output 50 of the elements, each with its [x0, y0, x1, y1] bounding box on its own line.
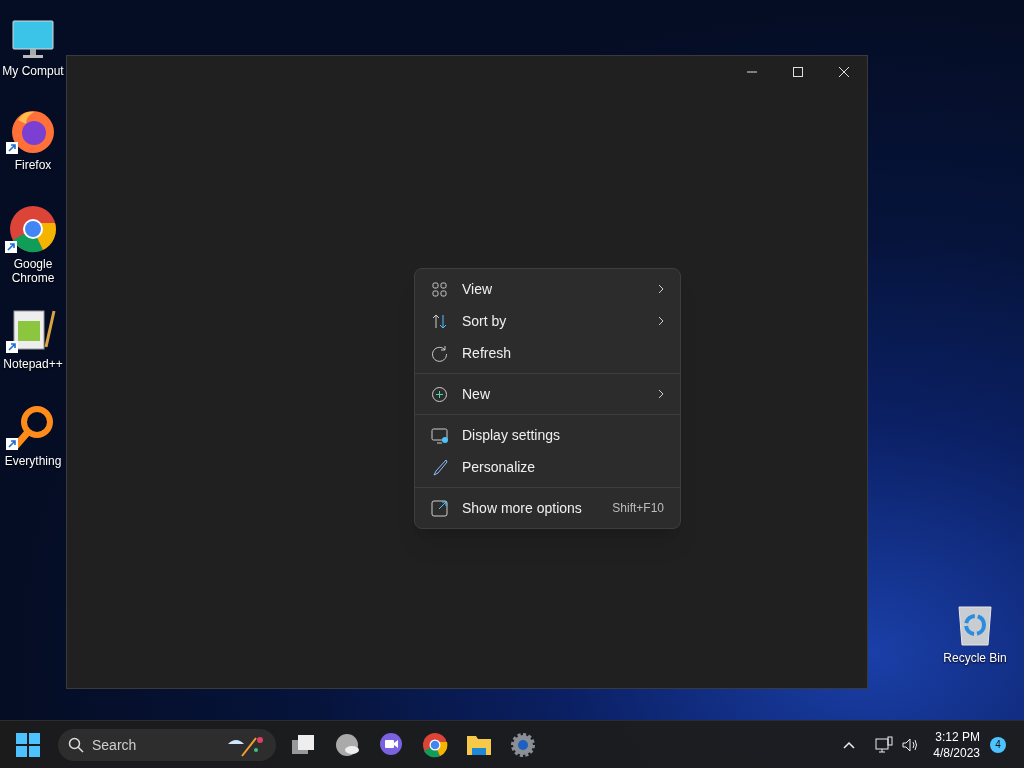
icon-label: My Comput — [2, 64, 64, 78]
icon-label: Recycle Bin — [943, 651, 1007, 665]
clock[interactable]: 3:12 PM 4/8/2023 — [933, 728, 980, 761]
menu-item[interactable]: Sort by — [419, 305, 676, 337]
icon-label: Notepad++ — [3, 357, 63, 371]
icon-label: Firefox — [14, 158, 52, 172]
network-icon[interactable] — [875, 735, 894, 754]
clock-time: 3:12 PM — [935, 728, 980, 745]
desktop-icon[interactable]: My Comput — [0, 10, 66, 78]
monitor-icon — [11, 20, 55, 60]
display-gear-icon — [431, 426, 448, 444]
desktop-icon[interactable]: Firefox — [0, 104, 66, 172]
close-icon — [839, 67, 849, 77]
menu-item[interactable]: View — [419, 273, 676, 305]
shortcut-label: Shift+F10 — [612, 500, 664, 517]
share-window-icon — [431, 499, 448, 517]
video-chat-icon — [378, 731, 404, 758]
fox-globe-icon — [10, 108, 56, 154]
taskbar-app-button[interactable] — [334, 731, 360, 758]
menu-item[interactable]: Show more options Shift+F10 — [419, 492, 676, 524]
notepad-icon — [10, 307, 56, 353]
recycle-bin-icon — [955, 603, 995, 647]
sort-arrows-icon — [431, 312, 448, 330]
search-field[interactable]: Search — [58, 728, 276, 761]
desktop-icon[interactable]: Recycle Bin — [935, 597, 1015, 665]
search-icon — [68, 736, 84, 753]
menu-item[interactable]: Personalize — [419, 451, 676, 483]
refresh-icon — [431, 344, 448, 362]
cloud-icon — [334, 731, 360, 758]
desktop-icon[interactable]: Everything — [0, 400, 66, 468]
chrome-icon — [9, 205, 57, 253]
chrome-icon — [422, 731, 448, 758]
menu-item[interactable]: Refresh — [419, 337, 676, 369]
menu-item[interactable]: Display settings — [419, 419, 676, 451]
chevron-up-icon[interactable] — [843, 740, 856, 749]
icon-label: Google Chrome — [10, 257, 56, 285]
grid-icon — [431, 280, 448, 298]
taskbar-app-button[interactable] — [378, 731, 404, 758]
plus-circle-icon — [431, 385, 448, 403]
menu-item[interactable]: New — [419, 378, 676, 410]
desktop-icon[interactable]: Google Chrome — [0, 203, 66, 285]
windows-logo-icon[interactable] — [16, 732, 40, 757]
desktop-icon[interactable]: Notepad++ — [0, 303, 66, 371]
icon-label: Everything — [4, 454, 62, 468]
gear-icon — [510, 731, 536, 758]
maximize-icon — [793, 67, 803, 77]
clock-date: 4/8/2023 — [933, 744, 980, 761]
taskbar-app-button[interactable] — [422, 731, 448, 758]
brush-icon — [431, 458, 448, 476]
notification-badge[interactable]: 4 — [990, 736, 1006, 753]
